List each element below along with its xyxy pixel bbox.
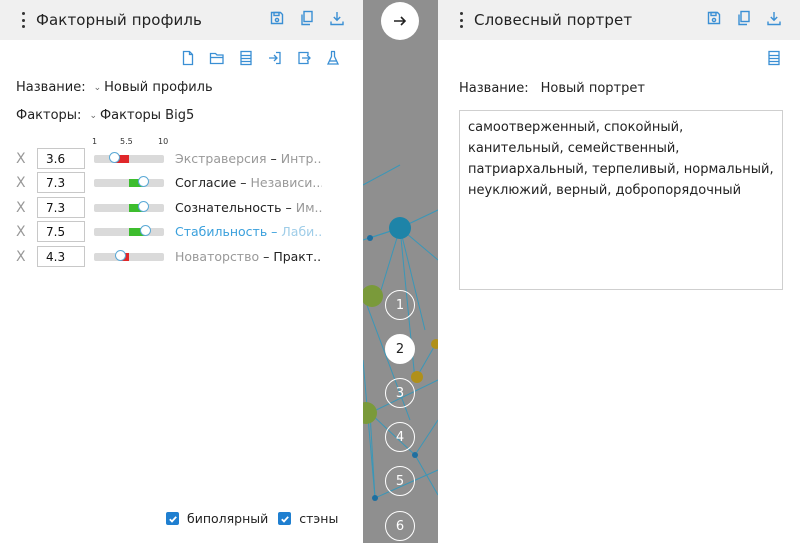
step-1-button[interactable]: 1 (385, 290, 415, 320)
factor-pole-b: Лаби... (281, 224, 322, 239)
slider-knob[interactable] (138, 176, 149, 187)
portrait-name-value[interactable]: Новый портрет (541, 81, 645, 96)
import-icon[interactable] (267, 50, 283, 66)
list-icon[interactable] (238, 50, 254, 66)
factor-value-input[interactable]: 7.3 (37, 197, 85, 218)
slider-knob[interactable] (140, 225, 151, 236)
factor-row: X 3.6 Экстраверсия – Интр... (16, 148, 336, 170)
factor-name[interactable]: Экстраверсия – Интр... (175, 151, 322, 166)
remove-factor-icon[interactable]: X (16, 225, 28, 239)
export-icon[interactable] (296, 50, 312, 66)
factor-profile-header: Факторный профиль (0, 0, 363, 40)
factors-row: Факторы: ⌄ Факторы Big5 (16, 108, 194, 123)
verbal-portrait-panel: Словесный портрет Название: Новый портре… (438, 0, 800, 543)
slider-knob[interactable] (109, 152, 120, 163)
factor-dash: – (281, 200, 296, 215)
factor-profile-panel: Факторный профиль Название: ⌄ Новый проф… (0, 0, 363, 543)
factor-pole-b: Им... (295, 200, 322, 215)
factor-dash: – (259, 249, 274, 264)
slider-knob[interactable] (138, 201, 149, 212)
factor-pole-b: Практ... (273, 249, 322, 264)
factor-pole-a: Согласие (175, 175, 237, 190)
factor-row: X 4.3 Новаторство – Практ... (16, 246, 336, 268)
factor-pole-a: Стабильность (175, 224, 268, 239)
factor-value-input[interactable]: 4.3 (37, 246, 85, 267)
step-5-button[interactable]: 5 (385, 466, 415, 496)
factor-pole-b: Независи... (250, 175, 322, 190)
arrow-right-icon (394, 16, 407, 26)
verbal-portrait-title: Словесный портрет (474, 11, 633, 29)
save-icon[interactable] (269, 10, 285, 26)
factor-value-input[interactable]: 7.5 (37, 221, 85, 242)
remove-factor-icon[interactable]: X (16, 176, 28, 190)
factor-slider[interactable] (94, 176, 164, 187)
factor-profile-title: Факторный профиль (36, 11, 202, 29)
copy-icon[interactable] (299, 10, 315, 26)
stens-checkbox[interactable] (278, 512, 292, 525)
portrait-toolbar (766, 50, 782, 66)
next-arrow-button[interactable] (381, 2, 419, 40)
factor-value-input[interactable]: 7.3 (37, 172, 85, 193)
factor-name[interactable]: Стабильность – Лаби... (175, 224, 322, 239)
flask-icon[interactable] (325, 50, 341, 66)
verbal-portrait-header: Словесный портрет (438, 0, 800, 40)
factors-label: Факторы: (16, 108, 82, 123)
portrait-name-row: Название: Новый портрет (459, 81, 645, 96)
factor-slider[interactable] (94, 225, 164, 236)
profile-name-row: Название: ⌄ Новый профиль (16, 80, 213, 95)
bipolar-label: биполярный (187, 511, 269, 526)
step-6-button[interactable]: 6 (385, 511, 415, 541)
download-icon[interactable] (766, 10, 782, 26)
slider-knob[interactable] (115, 250, 126, 261)
factor-row: X 7.3 Согласие – Независи... (16, 172, 336, 194)
factor-slider[interactable] (94, 250, 164, 261)
open-folder-icon[interactable] (209, 50, 225, 66)
options-row: биполярный стэны (166, 511, 348, 526)
factor-row: X 7.5 Стабильность – Лаби... (16, 221, 336, 243)
save-icon[interactable] (706, 10, 722, 26)
factor-slider[interactable] (94, 152, 164, 163)
new-document-icon[interactable] (180, 50, 196, 66)
portrait-textarea[interactable]: самоотверженный, спокойный, канительный,… (459, 110, 783, 290)
chevron-down-icon[interactable]: ⌄ (89, 111, 97, 121)
copy-icon[interactable] (736, 10, 752, 26)
factor-dash: – (267, 224, 282, 239)
factor-dash: – (236, 175, 251, 190)
portrait-name-label: Название: (459, 81, 529, 96)
factor-pole-b: Интр... (280, 151, 322, 166)
stens-label: стэны (299, 511, 339, 526)
remove-factor-icon[interactable]: X (16, 201, 28, 215)
scale-min: 1 (92, 137, 98, 146)
factor-pole-a: Экстраверсия (175, 151, 267, 166)
factors-value[interactable]: Факторы Big5 (100, 108, 194, 123)
factor-pole-a: Сознательность (175, 200, 282, 215)
profile-name-value[interactable]: Новый профиль (104, 80, 212, 95)
bipolar-checkbox[interactable] (166, 512, 179, 525)
left-menu-icon[interactable] (18, 12, 28, 28)
factor-row: X 7.3 Сознательность – Им... (16, 197, 336, 219)
chevron-down-icon[interactable]: ⌄ (94, 83, 102, 93)
factor-dash: – (266, 151, 281, 166)
profile-name-label: Название: (16, 80, 86, 95)
step-2-button[interactable]: 2 (385, 334, 415, 364)
remove-factor-icon[interactable]: X (16, 250, 28, 264)
factor-name[interactable]: Сознательность – Им... (175, 200, 322, 215)
remove-factor-icon[interactable]: X (16, 152, 28, 166)
download-icon[interactable] (329, 10, 345, 26)
scale-max: 10 (158, 137, 169, 146)
step-4-button[interactable]: 4 (385, 422, 415, 452)
factor-name[interactable]: Новаторство – Практ... (175, 249, 322, 264)
factor-name[interactable]: Согласие – Независи... (175, 175, 322, 190)
list-icon[interactable] (766, 50, 782, 66)
right-menu-icon[interactable] (456, 12, 466, 28)
factor-pole-a: Новаторство (175, 249, 260, 264)
scale-mid: 5.5 (120, 137, 133, 146)
factor-slider[interactable] (94, 201, 164, 212)
profile-toolbar (180, 50, 341, 66)
step-3-button[interactable]: 3 (385, 378, 415, 408)
factor-value-input[interactable]: 3.6 (37, 148, 85, 169)
